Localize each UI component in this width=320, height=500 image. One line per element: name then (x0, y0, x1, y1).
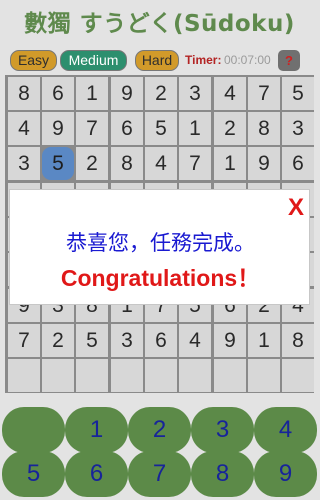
keypad-key-4[interactable]: 4 (254, 407, 317, 453)
sudoku-cell[interactable]: 4 (145, 147, 177, 180)
keypad-key-9[interactable]: 9 (254, 451, 317, 497)
sudoku-cell[interactable]: 1 (248, 324, 280, 357)
sudoku-cell[interactable]: 9 (214, 324, 246, 357)
sudoku-cell[interactable]: 9 (248, 147, 280, 180)
dialog-message-english: Congratulations！ (60, 265, 261, 291)
sudoku-cell[interactable] (76, 359, 108, 392)
sudoku-cell[interactable]: 8 (8, 77, 40, 110)
keypad-key-7[interactable]: 7 (128, 451, 191, 497)
keypad-key-5[interactable]: 5 (2, 451, 65, 497)
sudoku-cell[interactable]: 3 (282, 112, 314, 145)
sudoku-cell[interactable]: 6 (42, 77, 74, 110)
sudoku-cell[interactable]: 4 (214, 77, 246, 110)
sudoku-cell[interactable]: 5 (76, 324, 108, 357)
sudoku-cell[interactable] (111, 359, 143, 392)
sudoku-cell[interactable]: 8 (282, 324, 314, 357)
sudoku-cell[interactable]: 1 (214, 147, 246, 180)
dialog-message-chinese: 恭喜您，任務完成。 (66, 231, 255, 255)
sudoku-cell[interactable]: 3 (111, 324, 143, 357)
sudoku-cell[interactable]: 2 (214, 112, 246, 145)
sudoku-cell[interactable]: 9 (111, 77, 143, 110)
sudoku-cell[interactable]: 5 (282, 77, 314, 110)
sudoku-cell[interactable] (282, 359, 314, 392)
keypad-key-6[interactable]: 6 (65, 451, 128, 497)
sudoku-cell[interactable] (145, 359, 177, 392)
keypad-key-blank[interactable] (2, 407, 65, 453)
sudoku-cell[interactable]: 7 (8, 324, 40, 357)
congratulations-dialog: X 恭喜您，任務完成。 Congratulations！ (9, 189, 310, 305)
sudoku-cell[interactable]: 5 (42, 147, 74, 180)
sudoku-cell[interactable]: 1 (179, 112, 211, 145)
help-button[interactable]: ? (278, 50, 300, 71)
sudoku-cell[interactable]: 3 (8, 147, 40, 180)
close-button[interactable]: X (288, 194, 304, 222)
keypad-key-8[interactable]: 8 (191, 451, 254, 497)
sudoku-cell[interactable]: 6 (145, 324, 177, 357)
sudoku-cell[interactable] (214, 359, 246, 392)
sudoku-cell[interactable]: 5 (145, 112, 177, 145)
app-title: 數獨 すうどく(Sūdoku) (24, 11, 295, 37)
sudoku-cell[interactable]: 7 (76, 112, 108, 145)
sudoku-cell[interactable]: 1 (76, 77, 108, 110)
sudoku-cell[interactable]: 2 (42, 324, 74, 357)
hard-button[interactable]: Hard (135, 50, 179, 71)
sudoku-cell[interactable]: 4 (8, 112, 40, 145)
timer-value: 00:07:00 (224, 53, 271, 67)
easy-button[interactable]: Easy (10, 50, 57, 71)
timer-label: Timer: (185, 53, 222, 67)
sudoku-cell[interactable]: 6 (111, 112, 143, 145)
sudoku-cell[interactable]: 2 (76, 147, 108, 180)
keypad-key-2[interactable]: 2 (128, 407, 191, 453)
sudoku-cell[interactable] (42, 359, 74, 392)
number-keypad: 1234 56789 (0, 401, 319, 500)
sudoku-cell[interactable] (179, 359, 211, 392)
sudoku-cell[interactable]: 6 (282, 147, 314, 180)
sudoku-cell[interactable]: 4 (179, 324, 211, 357)
keypad-key-3[interactable]: 3 (191, 407, 254, 453)
medium-button[interactable]: Medium (60, 50, 127, 71)
sudoku-cell[interactable]: 7 (248, 77, 280, 110)
toolbar: Easy Medium Hard Timer: 00:07:00 ? (10, 50, 315, 72)
sudoku-cell[interactable]: 8 (248, 112, 280, 145)
sudoku-cell[interactable]: 7 (179, 147, 211, 180)
sudoku-cell[interactable]: 9 (42, 112, 74, 145)
sudoku-cell[interactable]: 2 (145, 77, 177, 110)
sudoku-cell[interactable] (8, 359, 40, 392)
sudoku-cell[interactable]: 3 (179, 77, 211, 110)
sudoku-cell[interactable] (248, 359, 280, 392)
keypad-key-1[interactable]: 1 (65, 407, 128, 453)
sudoku-cell[interactable]: 8 (111, 147, 143, 180)
